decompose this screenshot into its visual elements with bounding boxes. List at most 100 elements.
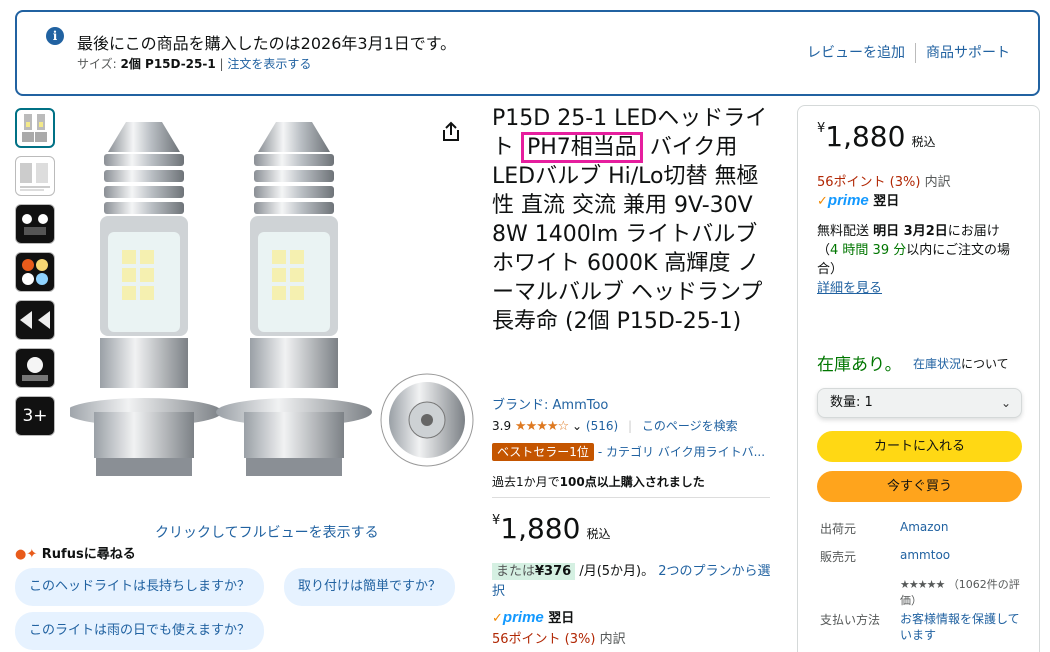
prime-check-icon: ✓ <box>817 194 828 209</box>
ships-from-link[interactable]: Amazon <box>900 520 949 534</box>
info-icon: i <box>46 27 64 45</box>
rufus-sparkle-icon: ●✦ <box>15 547 38 562</box>
share-icon[interactable] <box>440 120 462 144</box>
size-separator: | <box>215 57 228 71</box>
bestseller-badge[interactable]: ベストセラー1位 <box>492 443 594 461</box>
chevron-down-icon: ⌄ <box>1000 396 1011 410</box>
payment-label: 支払い方法 <box>820 613 881 627</box>
buybox-price: ¥1,880 税込 <box>817 120 935 153</box>
divider <box>492 497 770 498</box>
size-value: 2個 P15D-25-1 <box>120 57 216 71</box>
points-value: 56ポイント (3%) <box>492 632 596 647</box>
main-product-image[interactable] <box>70 112 480 512</box>
search-page-link[interactable]: このページを検索 <box>642 419 738 433</box>
thumbnail-6[interactable] <box>15 348 55 388</box>
bulb-pair-thumbnail-icon <box>22 114 47 142</box>
chevron-down-icon[interactable]: ⌄ <box>572 419 582 433</box>
installment-suffix: /月(5か月)。 <box>575 564 655 579</box>
delivery-suffix: にお届け <box>947 224 1000 239</box>
brand-link[interactable]: ブランド: AmmToo <box>492 394 608 413</box>
purchase-size-line: サイズ: 2個 P15D-25-1 | 注文を表示する <box>77 55 311 72</box>
last-purchase-message: 最後にこの商品を購入したのは2026年3月1日です。 <box>77 34 457 53</box>
thumbnail-3[interactable] <box>15 204 55 244</box>
motorcycle-thumbnail-icon <box>22 357 48 381</box>
rufus-title-text: Rufusに尋ねる <box>41 547 136 562</box>
view-order-link[interactable]: 注文を表示する <box>227 57 311 71</box>
points-detail-link[interactable]: 内訳 <box>600 632 626 647</box>
title-highlight: PH7相当品 <box>521 132 643 163</box>
rufus-heading: ●✦ Rufusに尋ねる <box>15 543 136 562</box>
product-price: ¥1,880 税込 <box>492 512 610 545</box>
product-support-link[interactable]: 商品サポート <box>926 45 1010 61</box>
stock-status-info: 在庫状況について <box>913 355 1009 372</box>
rating-separator: | <box>628 419 633 433</box>
buybox-prime-badge: ✓prime 翌日 <box>817 190 899 209</box>
bought-count: 過去1か月で100点以上購入されました <box>492 473 705 490</box>
add-to-cart-button[interactable]: カートに入れる <box>817 431 1022 462</box>
tax-label: 税込 <box>911 135 936 149</box>
seller-label: 販売元 <box>820 550 857 564</box>
rufus-question-chip[interactable]: このヘッドライトは長持ちしますか？ <box>15 568 265 606</box>
tax-label: 税込 <box>586 527 611 541</box>
bestseller-category-link[interactable]: - カテゴリ バイク用ライトバ... <box>598 445 765 459</box>
thumbnail-2[interactable] <box>15 156 55 196</box>
installment-highlight: または¥376 <box>492 563 576 580</box>
spec-diagram-thumbnail-icon <box>20 163 50 191</box>
star-rating-icon[interactable]: ★★★★☆ <box>515 419 569 434</box>
points-value: 56ポイント (3%) <box>817 175 921 190</box>
review-count-link[interactable]: (516) <box>586 419 618 433</box>
more-images-thumbnail[interactable]: 3+ <box>15 396 55 436</box>
points-line: 56ポイント (3%) 内訳 <box>492 628 626 647</box>
thumbnail-4[interactable] <box>15 252 55 292</box>
quantity-label: 数量: 1 <box>830 395 873 410</box>
countdown-time: 4 時間 39 分 <box>830 243 907 258</box>
price-amount: 1,880 <box>825 120 906 153</box>
installment-offer: または¥376 /月(5か月)。 2つのプランから選択 <box>492 562 777 602</box>
banner-actions: レビューを追加 商品サポート <box>807 42 1010 63</box>
thumbnail-strip: 3+ <box>15 108 57 444</box>
prime-logo: prime <box>827 192 869 209</box>
buy-now-button[interactable]: 今すぐ買う <box>817 471 1022 502</box>
delivery-info: 無料配送 明日 3月2日にお届け （4 時間 39 分以内にご注文の場合） 詳細… <box>817 222 1027 298</box>
delivery-date: 明日 3月2日 <box>873 224 948 239</box>
seller-star-icon: ★★★★★ <box>900 578 945 591</box>
size-label: サイズ: <box>77 57 121 71</box>
secure-transaction-link[interactable]: お客様情報を保護しています <box>900 611 1020 643</box>
bestseller-row: ベストセラー1位 - カテゴリ バイク用ライトバ... <box>492 443 765 461</box>
bought-prefix: 過去1か月で <box>492 475 560 489</box>
lit-bulbs-thumbnail-icon <box>22 214 48 235</box>
points-detail-link[interactable]: 内訳 <box>925 175 951 190</box>
installment-prefix: または <box>496 564 536 579</box>
prime-check-icon: ✓ <box>492 611 503 626</box>
prime-logo: prime <box>502 609 544 626</box>
prime-delivery: 翌日 <box>548 611 575 626</box>
buybox-points: 56ポイント (3%) 内訳 <box>817 171 951 190</box>
quantity-select[interactable]: 数量: 1 ⌄ <box>817 388 1022 418</box>
seller-rating: ★★★★★ （1062件の評価） <box>900 577 1025 609</box>
rufus-question-chip[interactable]: このライトは雨の日でも使えますか？ <box>15 612 265 650</box>
full-view-link[interactable]: クリックしてフルビューを表示する <box>155 522 379 542</box>
prime-delivery: 翌日 <box>873 194 900 209</box>
color-comparison-thumbnail-icon <box>22 259 48 285</box>
rufus-question-chip[interactable]: 取り付けは簡単ですか？ <box>284 568 456 606</box>
product-title: P15D 25-1 LEDヘッドライト PH7相当品 バイク用 LEDバルブ H… <box>492 104 777 336</box>
banner-divider <box>915 43 916 63</box>
rating-value: 3.9 <box>492 419 512 433</box>
thumbnail-1[interactable] <box>15 108 55 148</box>
price-amount: 1,880 <box>500 512 581 545</box>
purchase-history-banner: i 最後にこの商品を購入したのは2026年3月1日です。 サイズ: 2個 P15… <box>15 10 1040 96</box>
installment-amount: ¥376 <box>535 564 572 579</box>
ships-from-label: 出荷元 <box>820 522 857 536</box>
rating-row: 3.9 ★★★★☆ ⌄ (516) | このページを検索 <box>492 417 738 434</box>
thumbnail-5[interactable] <box>15 300 55 340</box>
bought-bold: 100点以上購入されました <box>559 475 705 489</box>
in-stock-status: 在庫あり。 <box>817 355 902 375</box>
right-bulb <box>216 122 372 476</box>
stock-status-link[interactable]: 在庫状況 <box>913 357 961 371</box>
beam-pattern-thumbnail-icon <box>20 311 50 329</box>
stock-about-text: について <box>961 357 1009 371</box>
add-review-link[interactable]: レビューを追加 <box>807 45 905 61</box>
seller-link[interactable]: ammtoo <box>900 548 950 562</box>
delivery-details-link[interactable]: 詳細を見る <box>817 281 882 296</box>
base-closeup-inset <box>380 373 474 467</box>
